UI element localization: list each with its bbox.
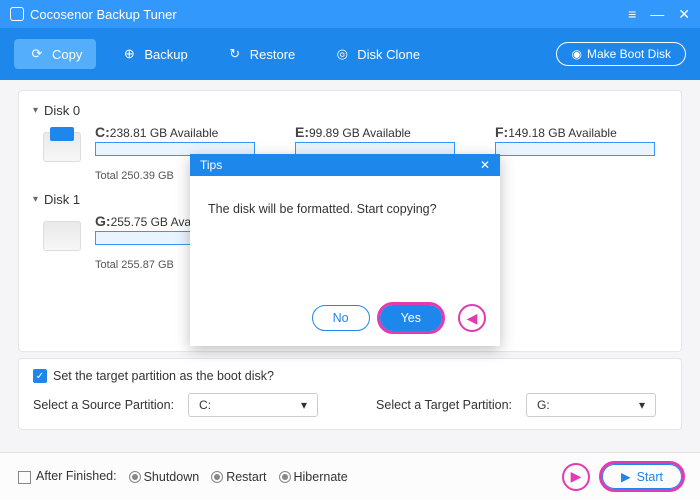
make-boot-disk-button[interactable]: ◉ Make Boot Disk bbox=[556, 42, 686, 66]
dialog-yes-button[interactable]: Yes bbox=[380, 305, 442, 331]
radio-shutdown[interactable]: Shutdown bbox=[129, 470, 200, 484]
chevron-down-icon: ▾ bbox=[33, 105, 38, 116]
start-label: Start bbox=[637, 470, 663, 484]
partition-f[interactable]: F:149.18 GB Available bbox=[495, 124, 655, 156]
disk0-header[interactable]: ▾ Disk 0 bbox=[33, 103, 667, 118]
no-label: No bbox=[333, 311, 349, 325]
source-value: C: bbox=[199, 398, 211, 412]
minimize-icon[interactable]: — bbox=[650, 6, 664, 23]
footer: After Finished: Shutdown Restart Hiberna… bbox=[0, 452, 700, 500]
target-value: G: bbox=[537, 398, 550, 412]
yes-label: Yes bbox=[401, 311, 421, 325]
tips-dialog: Tips ✕ The disk will be formatted. Start… bbox=[190, 154, 500, 346]
boot-checkbox-label: Set the target partition as the boot dis… bbox=[53, 369, 274, 383]
tab-backup-label: Backup bbox=[144, 47, 187, 62]
dialog-close-icon[interactable]: ✕ bbox=[480, 158, 490, 172]
disk-icon bbox=[43, 221, 81, 251]
app-logo-icon bbox=[10, 7, 24, 21]
disk1-name: Disk 1 bbox=[44, 192, 80, 207]
radio-hibernate[interactable]: Hibernate bbox=[279, 470, 348, 484]
annotation-arrow-icon: ▶ bbox=[562, 463, 590, 491]
restore-icon: ↻ bbox=[226, 45, 244, 63]
dialog-message: The disk will be formatted. Start copyin… bbox=[208, 202, 437, 216]
tab-copy[interactable]: ⟳ Copy bbox=[14, 39, 96, 69]
target-partition-select[interactable]: G: ▾ bbox=[526, 393, 656, 417]
menu-icon[interactable]: ≡ bbox=[628, 6, 636, 23]
backup-icon: ⊕ bbox=[120, 45, 138, 63]
make-boot-disk-label: Make Boot Disk bbox=[587, 47, 671, 61]
dialog-no-button[interactable]: No bbox=[312, 305, 370, 331]
radio-restart[interactable]: Restart bbox=[211, 470, 266, 484]
boot-checkbox[interactable]: ✓ bbox=[33, 369, 47, 383]
copy-icon: ⟳ bbox=[28, 45, 46, 63]
annotation-arrow-icon: ◀ bbox=[458, 304, 486, 332]
chevron-down-icon: ▾ bbox=[33, 194, 38, 205]
start-button[interactable]: ▶ Start bbox=[602, 464, 682, 489]
after-finished-checkbox[interactable]: After Finished: bbox=[18, 469, 117, 483]
source-partition-select[interactable]: C: ▾ bbox=[188, 393, 318, 417]
tab-backup[interactable]: ⊕ Backup bbox=[106, 39, 201, 69]
tab-copy-label: Copy bbox=[52, 47, 82, 62]
target-label: Select a Target Partition: bbox=[376, 398, 512, 412]
tab-restore-label: Restore bbox=[250, 47, 296, 62]
source-label: Select a Source Partition: bbox=[33, 398, 174, 412]
dialog-title: Tips bbox=[200, 158, 222, 172]
boot-disk-icon: ◉ bbox=[571, 47, 581, 61]
app-title: Cocosenor Backup Tuner bbox=[30, 7, 177, 22]
tab-restore[interactable]: ↻ Restore bbox=[212, 39, 310, 69]
tab-disk-clone-label: Disk Clone bbox=[357, 47, 420, 62]
title-bar: Cocosenor Backup Tuner ≡ — ✕ bbox=[0, 0, 700, 28]
play-icon: ▶ bbox=[621, 469, 631, 484]
tab-disk-clone[interactable]: ◎ Disk Clone bbox=[319, 39, 434, 69]
chevron-down-icon: ▾ bbox=[301, 398, 307, 412]
disk-os-icon bbox=[43, 132, 81, 162]
partition-e[interactable]: E:99.89 GB Available bbox=[295, 124, 455, 156]
toolbar: ⟳ Copy ⊕ Backup ↻ Restore ◎ Disk Clone ◉… bbox=[0, 28, 700, 80]
chevron-down-icon: ▾ bbox=[639, 398, 645, 412]
disk0-name: Disk 0 bbox=[44, 103, 80, 118]
partition-c[interactable]: C:238.81 GB Available bbox=[95, 124, 255, 156]
options-panel: ✓ Set the target partition as the boot d… bbox=[18, 358, 682, 430]
close-icon[interactable]: ✕ bbox=[678, 6, 690, 23]
partition-f-bar bbox=[495, 142, 655, 156]
disk-clone-icon: ◎ bbox=[333, 45, 351, 63]
